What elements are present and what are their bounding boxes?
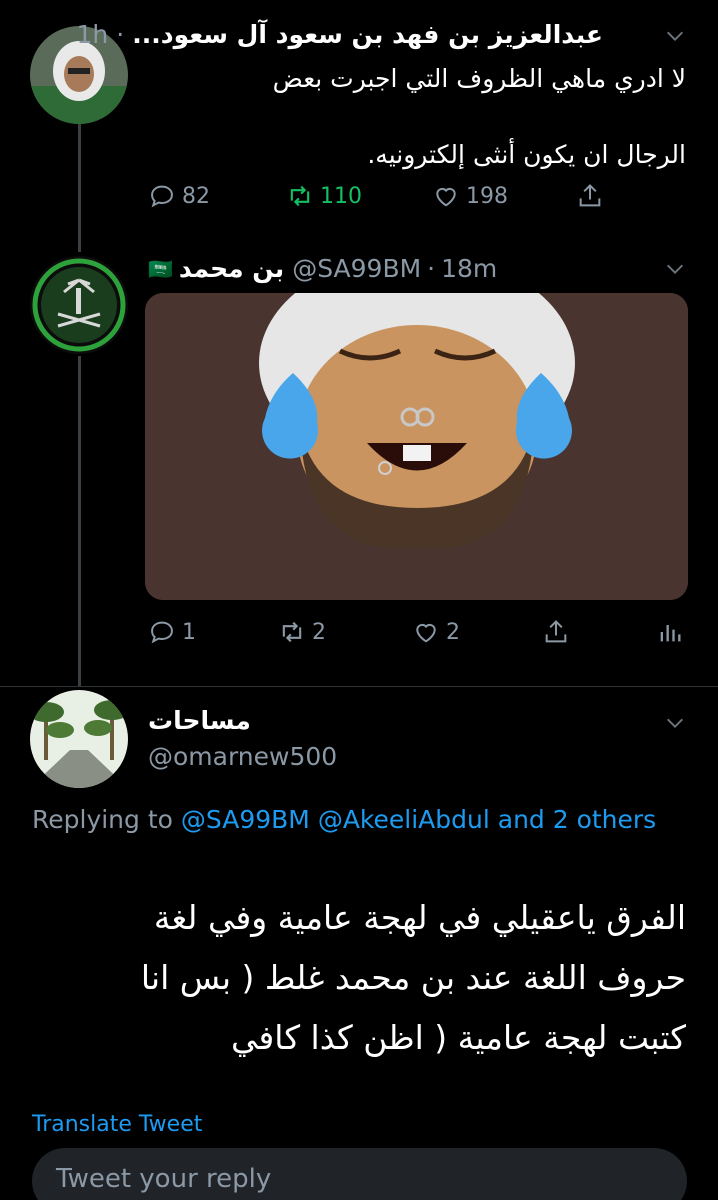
retweet-count: 110 bbox=[320, 183, 362, 209]
timestamp[interactable]: 1h bbox=[77, 20, 109, 49]
chevron-down-icon[interactable] bbox=[664, 25, 686, 53]
reply-count: 1 bbox=[182, 619, 196, 645]
analytics-button[interactable] bbox=[656, 618, 684, 646]
replying-prefix: Replying to bbox=[32, 805, 173, 834]
tweet-text-line: الرجال ان يكون أنثى إلكترونيه. bbox=[367, 140, 686, 169]
reply-placeholder: Tweet your reply bbox=[56, 1164, 272, 1194]
tweet-header: مساحات bbox=[148, 706, 251, 735]
translate-tweet-link[interactable]: Translate Tweet bbox=[32, 1112, 202, 1137]
display-name[interactable]: مساحات bbox=[148, 706, 251, 735]
tweet-text-line: كتبت لهجة عامية ( اظن كذا كافي bbox=[231, 1018, 686, 1057]
share-icon bbox=[545, 620, 567, 643]
replying-to: Replying to @SA99BM @AkeeliAbdul and 2 o… bbox=[32, 800, 672, 840]
reply-icon bbox=[151, 185, 173, 208]
share-button[interactable] bbox=[576, 182, 604, 210]
chevron-down-icon[interactable] bbox=[664, 712, 686, 740]
retweet-button[interactable]: 2 bbox=[278, 618, 326, 646]
retweet-icon bbox=[290, 185, 310, 207]
separator-dot: · bbox=[116, 20, 125, 49]
retweet-count: 2 bbox=[312, 619, 326, 645]
tweet-text-line: حروف اللغة عند بن محمد غلط ( بس انا bbox=[140, 958, 686, 997]
flag-icon: 🇸🇦 bbox=[148, 256, 173, 281]
avatar[interactable] bbox=[30, 690, 128, 788]
display-name[interactable]: بن محمد bbox=[179, 254, 284, 283]
tweet-header: 🇸🇦 بن محمد @SA99BM · 18m bbox=[148, 254, 497, 283]
timestamp[interactable]: 18m bbox=[441, 254, 497, 283]
thread-line bbox=[78, 356, 81, 686]
heart-icon bbox=[416, 624, 436, 643]
analytics-icon bbox=[660, 625, 681, 642]
replying-to-others[interactable]: and 2 others bbox=[498, 805, 656, 834]
tweet-handle-row: @omarnew500 bbox=[148, 742, 337, 771]
reply-count: 82 bbox=[182, 183, 210, 209]
reply-button[interactable]: 1 bbox=[148, 618, 196, 646]
tweet-header: عبدالعزيز بن فهد بن سعود آل سعود... · 1h bbox=[77, 20, 603, 49]
reply-icon bbox=[151, 621, 173, 644]
avatar[interactable] bbox=[30, 256, 128, 354]
retweet-button[interactable]: 110 bbox=[286, 182, 362, 210]
chevron-down-icon[interactable] bbox=[664, 258, 686, 286]
reply-input[interactable]: Tweet your reply bbox=[32, 1148, 687, 1200]
tweet-text: الفرق ياعقيلي في لهجة عامية وفي لغة حروف… bbox=[46, 888, 686, 1068]
like-count: 198 bbox=[466, 183, 508, 209]
share-icon bbox=[579, 184, 601, 207]
heart-icon bbox=[436, 188, 456, 207]
like-count: 2 bbox=[446, 619, 460, 645]
thread-line bbox=[78, 122, 81, 252]
like-button[interactable]: 198 bbox=[432, 182, 508, 210]
replying-to-users[interactable]: @SA99BM @AkeeliAbdul bbox=[181, 805, 490, 834]
reply-button[interactable]: 82 bbox=[148, 182, 210, 210]
separator-dot: · bbox=[427, 254, 436, 283]
tweet-text: لا ادري ماهي الظروف التي اجبرت بعض الرجا… bbox=[146, 60, 686, 174]
handle[interactable]: @SA99BM bbox=[292, 254, 421, 283]
handle[interactable]: @omarnew500 bbox=[148, 742, 337, 771]
share-button[interactable] bbox=[542, 618, 570, 646]
tweet-text-line: لا ادري ماهي الظروف التي اجبرت بعض bbox=[272, 64, 686, 93]
display-name[interactable]: عبدالعزيز بن فهد بن سعود آل سعود... bbox=[132, 20, 603, 49]
retweet-icon bbox=[282, 621, 302, 643]
like-button[interactable]: 2 bbox=[412, 618, 460, 646]
tweet-text-line: الفرق ياعقيلي في لهجة عامية وفي لغة bbox=[153, 898, 686, 937]
memoji-image[interactable] bbox=[145, 293, 688, 600]
divider bbox=[0, 686, 718, 687]
